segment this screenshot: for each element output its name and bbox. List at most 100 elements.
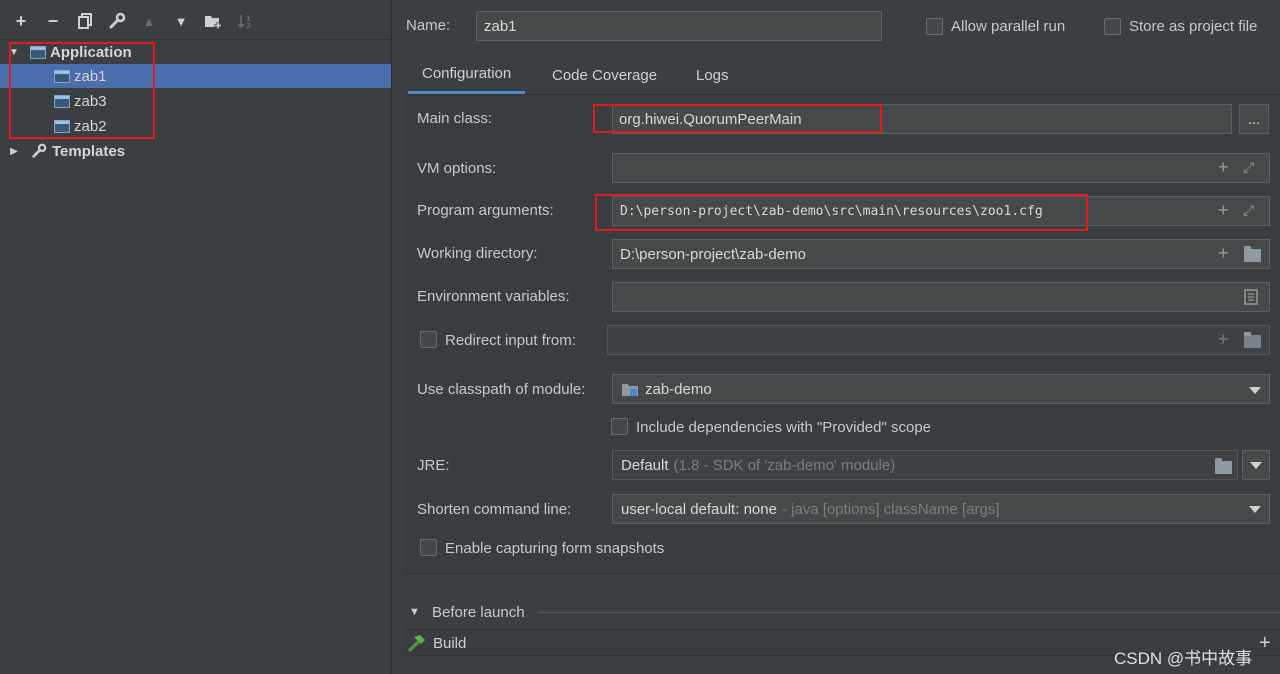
minus-icon: − — [47, 10, 59, 31]
include-provided-label: Include dependencies with "Provided" sco… — [636, 419, 932, 436]
expand-icon[interactable]: ⤢ — [1243, 201, 1254, 219]
store-project-label: Store as project file — [1129, 18, 1258, 35]
svg-text:2: 2 — [246, 22, 251, 29]
shorten-cmd-value: user-local default: none — [621, 500, 777, 518]
run-config-tree-panel: + − ▲ ▼ 12 ▼ Application zab1 zab3 zab2 … — [0, 0, 392, 674]
add-config-button[interactable]: + — [8, 8, 34, 34]
before-launch-label: Before launch — [432, 604, 525, 621]
tree-item-zab3[interactable]: zab3 — [0, 89, 391, 113]
browse-main-class-button[interactable]: ... — [1239, 104, 1269, 134]
remove-config-button[interactable]: − — [40, 8, 66, 34]
redirect-input-field[interactable] — [607, 325, 1270, 355]
application-icon — [30, 45, 46, 59]
tab-logs[interactable]: Logs — [682, 56, 743, 94]
form-snapshots-checkbox[interactable] — [420, 539, 437, 556]
tree-item-label: zab2 — [74, 117, 107, 135]
program-args-input[interactable]: D:\person-project\zab-demo\src\main\reso… — [612, 196, 1270, 226]
shorten-cmd-hint: - java [options] className [args] — [781, 500, 1000, 518]
store-project-checkbox[interactable] — [1104, 18, 1121, 35]
jre-input[interactable]: Default (1.8 - SDK of 'zab-demo' module) — [612, 450, 1238, 480]
vm-options-input[interactable] — [612, 153, 1270, 183]
form-snapshots-label: Enable capturing form snapshots — [445, 540, 665, 557]
tree-item-label: zab3 — [74, 92, 107, 110]
plus-icon[interactable]: + — [1218, 158, 1229, 176]
main-class-label: Main class: — [417, 110, 493, 127]
tree-item-zab1[interactable]: zab1 — [0, 64, 391, 88]
wrench-icon — [109, 12, 126, 29]
working-dir-label: Working directory: — [417, 245, 538, 262]
tab-configuration[interactable]: Configuration — [408, 56, 526, 94]
tree-item-application[interactable]: ▼ Application — [0, 40, 391, 64]
classpath-module-value: zab-demo — [645, 380, 712, 398]
jre-hint: (1.8 - SDK of 'zab-demo' module) — [673, 456, 896, 474]
before-launch-item-label: Build — [433, 634, 467, 652]
redirect-input-label: Redirect input from: — [445, 332, 576, 349]
config-editor-panel: Name: zab1 Allow parallel run Store as p… — [393, 0, 1280, 674]
copy-config-button[interactable] — [72, 8, 98, 34]
tab-label: Code Coverage — [552, 66, 658, 84]
chevron-down-icon[interactable] — [1250, 462, 1262, 469]
sort-alpha-icon: 12 — [237, 15, 251, 29]
move-up-button[interactable]: ▲ — [136, 8, 162, 34]
triangle-down-icon: ▼ — [174, 13, 188, 29]
tree-item-label: Templates — [52, 142, 126, 160]
main-class-input[interactable]: org.hiwei.QuorumPeerMain — [612, 104, 1232, 134]
vm-options-label: VM options: — [417, 160, 497, 177]
expand-down-icon[interactable]: ▼ — [8, 46, 20, 58]
expand-icon[interactable]: ⤢ — [1243, 158, 1254, 176]
redirect-input-checkbox[interactable] — [420, 331, 437, 348]
plus-icon[interactable]: + — [1218, 244, 1229, 262]
plus-icon[interactable]: + — [1218, 201, 1229, 219]
tab-code-coverage[interactable]: Code Coverage — [538, 56, 671, 94]
module-folder-icon — [622, 384, 638, 396]
tree-item-label: zab1 — [74, 67, 107, 85]
before-launch-divider — [538, 612, 1280, 613]
folder-icon[interactable] — [1244, 246, 1261, 262]
shorten-cmd-select[interactable]: user-local default: none - java [options… — [612, 494, 1270, 524]
tree-item-label: Application — [50, 43, 132, 61]
application-icon — [54, 94, 70, 108]
document-icon[interactable] — [1244, 289, 1258, 305]
tree-item-zab2[interactable]: zab2 — [0, 114, 391, 138]
hammer-icon — [408, 635, 425, 652]
allow-parallel-label: Allow parallel run — [951, 18, 1066, 35]
edit-defaults-button[interactable] — [104, 8, 130, 34]
new-folder-button[interactable] — [200, 8, 226, 34]
classpath-module-select[interactable]: zab-demo — [612, 374, 1270, 404]
wrench-icon — [30, 142, 48, 160]
classpath-module-label: Use classpath of module: — [417, 381, 586, 398]
collapse-down-icon[interactable]: ▼ — [409, 606, 420, 618]
application-icon — [54, 119, 70, 133]
name-input[interactable]: zab1 — [476, 11, 882, 41]
shorten-cmd-label: Shorten command line: — [417, 501, 572, 518]
include-provided-checkbox[interactable] — [611, 418, 628, 435]
name-label: Name: — [406, 17, 451, 34]
allow-parallel-checkbox[interactable] — [926, 18, 943, 35]
working-dir-input[interactable]: D:\person-project\zab-demo — [612, 239, 1270, 269]
plus-icon[interactable]: + — [1259, 633, 1271, 653]
watermark-text: CSDN @书中故事 — [1114, 649, 1253, 668]
program-args-label: Program arguments: — [417, 202, 554, 219]
tab-label: Configuration — [422, 65, 512, 82]
tab-label: Logs — [696, 66, 729, 84]
copy-icon — [78, 13, 92, 29]
tree-toolbar: + − ▲ ▼ 12 — [0, 0, 392, 40]
env-vars-input[interactable] — [612, 282, 1270, 312]
folder-icon[interactable] — [1215, 458, 1232, 474]
tree-item-templates[interactable]: ▶ Templates — [0, 139, 391, 163]
env-vars-label: Environment variables: — [417, 288, 570, 305]
chevron-down-icon[interactable] — [1249, 387, 1261, 394]
folder-add-icon — [205, 16, 222, 29]
jre-value: Default — [621, 456, 669, 474]
folder-icon[interactable] — [1244, 332, 1261, 348]
jre-label: JRE: — [417, 457, 450, 474]
plus-icon[interactable]: + — [1218, 330, 1229, 348]
plus-icon: + — [15, 10, 27, 31]
chevron-down-icon[interactable] — [1249, 506, 1261, 513]
move-down-button[interactable]: ▼ — [168, 8, 194, 34]
sort-button[interactable]: 12 — [232, 8, 258, 34]
triangle-up-icon: ▲ — [142, 13, 156, 29]
application-icon — [54, 69, 70, 83]
expand-right-icon[interactable]: ▶ — [8, 145, 20, 157]
before-launch-item-build[interactable]: Build — [407, 632, 466, 654]
